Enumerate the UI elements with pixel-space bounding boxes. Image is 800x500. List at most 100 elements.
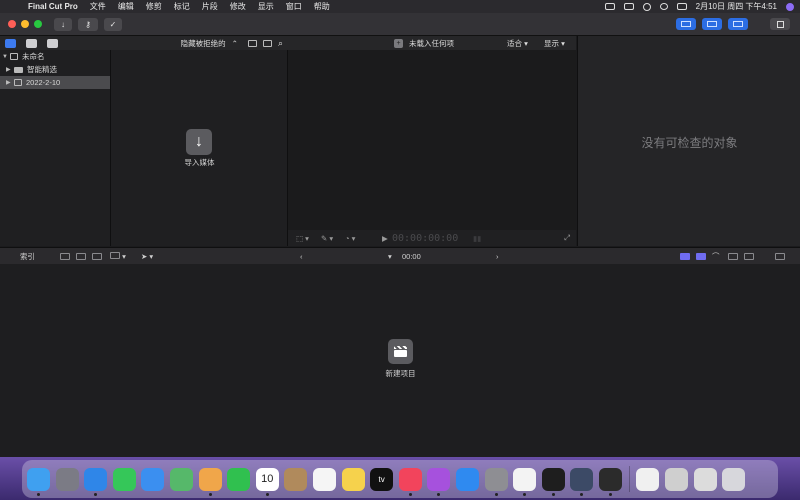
clip-appearance-icon[interactable] (728, 252, 738, 260)
battery-icon[interactable] (623, 3, 634, 10)
disclosure-closed-icon[interactable]: ▶ (6, 79, 14, 86)
chevron-updown-icon[interactable]: ⌃ (232, 39, 238, 48)
audio-skimming-icon[interactable] (680, 252, 690, 260)
smart-collections-item[interactable]: ▶ 智能精选 (0, 63, 110, 76)
control-center-icon[interactable] (676, 3, 687, 10)
quicktime-icon[interactable] (570, 467, 594, 496)
wifi-icon[interactable] (642, 2, 651, 11)
clip-appearance-icon[interactable] (247, 39, 257, 47)
terminal-icon[interactable] (541, 467, 565, 496)
zoom-fit-menu[interactable]: 适合 ▾ (507, 38, 528, 49)
retime-icon[interactable]: ◔ ▾ (345, 234, 355, 243)
siri-icon[interactable] (786, 2, 794, 11)
share-button[interactable] (770, 18, 790, 30)
workspace-toggles (676, 18, 800, 30)
calendar-icon[interactable]: 10 (255, 467, 279, 496)
keyboard-viewer-icon[interactable] (693, 467, 717, 491)
history-back-icon[interactable]: ‹ (300, 252, 303, 261)
clip-filter-menu[interactable]: 隐藏被拒绝的 (181, 38, 226, 49)
enhance-icon[interactable]: ✎ ▾ (321, 234, 333, 243)
tv-icon[interactable]: tv (370, 467, 394, 491)
app-store-icon[interactable] (455, 467, 479, 491)
photos-audio-icon[interactable] (26, 38, 37, 48)
menu-bar: Final Cut Pro 文件 编辑 修剪 标记 片段 修改 显示 窗口 帮助… (0, 0, 800, 13)
menu-view[interactable]: 显示 (252, 1, 280, 12)
menu-modify[interactable]: 修改 (224, 1, 252, 12)
menu-help[interactable]: 帮助 (308, 1, 336, 12)
search-icon[interactable] (659, 3, 668, 10)
timeline-header: 索引 ▾ ➤ ▾ ‹ ▾ 00:00 › ⌒ (0, 247, 800, 264)
menu-app[interactable]: Final Cut Pro (24, 2, 84, 11)
browser-toggle-button[interactable] (676, 18, 696, 30)
menu-clock[interactable]: 2月10日 周四 下午4:51 (696, 1, 777, 12)
menu-trim[interactable]: 修剪 (140, 1, 168, 12)
menu-mark[interactable]: 标记 (168, 1, 196, 12)
background-tasks-button[interactable]: ✓ (104, 17, 122, 31)
new-project-button[interactable] (388, 339, 413, 364)
close-button[interactable] (8, 20, 16, 28)
timeline-index-button[interactable]: 索引 (20, 251, 35, 262)
menu-edit[interactable]: 编辑 (112, 1, 140, 12)
checkmark-icon: ✓ (109, 19, 117, 29)
messages-icon[interactable] (112, 467, 136, 491)
import-media-label[interactable]: 导入媒体 (171, 157, 228, 168)
menu-clip[interactable]: 片段 (196, 1, 224, 12)
timeline-nav-menu[interactable]: ▾ (388, 252, 392, 261)
finder-icon[interactable] (27, 467, 50, 496)
insert-clip-icon[interactable] (76, 252, 86, 260)
podcasts-icon[interactable] (427, 467, 451, 496)
photos-icon[interactable] (198, 467, 222, 496)
play-button[interactable]: ▶ (382, 234, 388, 243)
view-options-menu[interactable]: 显示 ▾ (544, 38, 565, 49)
effects-browser-icon[interactable] (744, 252, 754, 260)
zoom-button[interactable] (34, 20, 42, 28)
music-icon[interactable] (398, 467, 422, 496)
index-list-icon[interactable] (775, 252, 785, 260)
qq-icon[interactable] (513, 467, 537, 496)
menu-window[interactable]: 窗口 (280, 1, 308, 12)
import-button[interactable]: ↓ (54, 17, 72, 31)
final-cut-pro-icon[interactable] (598, 467, 622, 496)
disclosure-open-icon[interactable]: ▼ (2, 54, 10, 60)
facetime-icon[interactable] (227, 467, 251, 491)
new-project-label[interactable]: 新建项目 (360, 368, 441, 379)
history-forward-icon[interactable]: › (496, 252, 499, 261)
system-preferences-icon[interactable] (484, 467, 508, 496)
skimming-icon[interactable] (696, 252, 706, 260)
overwrite-clip-icon[interactable] (92, 252, 102, 260)
safari-icon[interactable] (84, 467, 108, 496)
append-clip-icon[interactable] (60, 252, 70, 260)
keywords-button[interactable]: ⚷ (78, 17, 98, 31)
edit-mode-menu[interactable]: ▾ (110, 251, 126, 261)
maps-icon[interactable] (169, 467, 193, 491)
minimize-button[interactable] (21, 20, 29, 28)
fullscreen-icon[interactable]: ⤢ (564, 233, 570, 243)
reminders-icon[interactable] (312, 467, 336, 491)
running-indicator (608, 492, 612, 496)
titles-generators-icon[interactable] (47, 38, 58, 48)
search-icon[interactable]: ⌕ (278, 38, 283, 49)
launchpad-icon[interactable] (55, 467, 79, 491)
input-method-icon[interactable] (604, 3, 615, 10)
transform-icon[interactable]: ⬚ ▾ (296, 234, 309, 243)
clapperboard-icon (394, 346, 407, 357)
notes-icon[interactable] (341, 467, 365, 491)
list-view-icon[interactable] (262, 39, 272, 47)
disclosure-closed-icon[interactable]: ▶ (6, 66, 14, 73)
inspector-toggle-button[interactable] (728, 18, 748, 30)
document-icon[interactable] (636, 467, 660, 491)
event-item[interactable]: ▶ 2022-2-10 (0, 76, 110, 89)
menu-file[interactable]: 文件 (84, 1, 112, 12)
inspector-layout-icon (733, 21, 743, 27)
contacts-icon[interactable] (284, 467, 308, 491)
select-tool-menu[interactable]: ➤ ▾ (141, 252, 153, 261)
import-media-button[interactable]: ↓ (186, 129, 212, 155)
libraries-icon[interactable] (5, 38, 16, 48)
viewer-canvas[interactable] (288, 50, 576, 230)
mail-icon[interactable] (141, 467, 165, 491)
downloads-icon[interactable] (665, 467, 689, 491)
timeline-toggle-button[interactable] (702, 18, 722, 30)
trash-icon[interactable] (722, 467, 746, 491)
library-item[interactable]: ▼ 未命名 (0, 50, 110, 63)
headphones-icon[interactable]: ⌒ (712, 251, 720, 262)
